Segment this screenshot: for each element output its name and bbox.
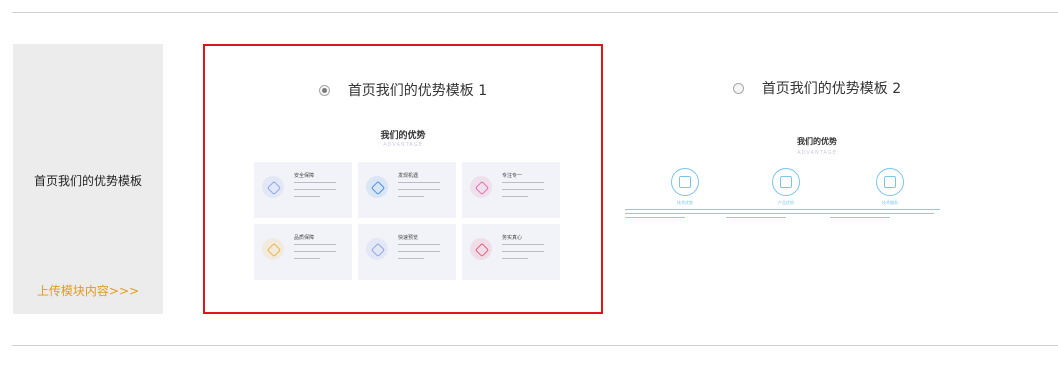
tile-text-line: [294, 244, 336, 245]
preview-2-feature: 产品优势: [726, 168, 846, 218]
tile-title: 务实真心: [502, 235, 523, 241]
tile-text-line: [294, 189, 336, 190]
feature-title: 产品优势: [778, 200, 794, 205]
tile-text-line: [398, 258, 424, 259]
tile-text-line: [294, 196, 320, 197]
heart-icon: [470, 238, 492, 260]
preview-1-tile: 务实真心: [462, 224, 560, 280]
tile-text-line: [398, 251, 440, 252]
tile-title: 安全保障: [294, 173, 315, 179]
template-1-radio[interactable]: [318, 84, 330, 96]
preview-1-subtitle: ADVANTAGE: [383, 142, 423, 148]
diamond-icon: [262, 238, 284, 260]
tile-text-line: [294, 182, 336, 183]
tile-text-line: [502, 258, 528, 259]
top-divider: [12, 12, 1058, 13]
feature-text-line: [726, 217, 786, 218]
feature-text-line: [625, 209, 735, 210]
upload-module-link[interactable]: 上传模块内容>>>: [13, 282, 163, 299]
tile-title: 快速预览: [398, 235, 419, 241]
template-2-label: 首页我们的优势模板 2: [761, 81, 902, 97]
preview-1-tile: 安全保障: [254, 162, 352, 218]
tile-text-line: [398, 189, 440, 190]
shield-check-icon: [366, 238, 388, 260]
tile-title: 发现机遇: [398, 173, 419, 179]
qr-icon: [876, 168, 904, 196]
compress-icon: [366, 176, 388, 198]
feature-text-line: [625, 213, 729, 214]
preview-2-subtitle: ADVANTAGE: [797, 150, 837, 156]
template-option-2[interactable]: 首页我们的优势模板 2: [617, 78, 1017, 98]
tile-text-line: [502, 189, 544, 190]
tile-text-line: [398, 182, 440, 183]
feature-text-line: [726, 213, 830, 214]
tile-text-line: [398, 196, 424, 197]
feature-text-line: [726, 209, 836, 210]
preview-1-tile: 专注专一: [462, 162, 560, 218]
feature-text-line: [830, 217, 890, 218]
tile-text-line: [294, 251, 336, 252]
feature-text-line: [830, 213, 934, 214]
preview-1-grid: 安全保障 发现机遇 专注专一品质保障 快速预览 务实真心: [254, 162, 561, 280]
template-card-1[interactable]: 首页我们的优势模板 1 我们的优势 ADVANTAGE 安全保障 发现机遇 专注专一…: [203, 44, 603, 314]
preview-2-feature: 技术服务: [830, 168, 950, 218]
tile-text-line: [502, 196, 528, 197]
tile-text-line: [398, 244, 440, 245]
module-title: 首页我们的优势模板: [33, 174, 142, 188]
tile-text-line: [502, 251, 544, 252]
template-2-radio[interactable]: [732, 82, 744, 94]
template-1-label: 首页我们的优势模板 1: [347, 83, 488, 99]
shield-icon: [262, 176, 284, 198]
preview-1-tile: 快速预览: [358, 224, 456, 280]
module-sidebar: 首页我们的优势模板 上传模块内容>>>: [13, 44, 163, 314]
tile-title: 品质保障: [294, 235, 315, 241]
template-card-2[interactable]: 首页我们的优势模板 2 我们的优势 ADVANTAGE 技术优势 产品优势 技术服务: [617, 44, 1017, 314]
feature-text-line: [830, 209, 940, 210]
tile-title: 专注专一: [502, 173, 523, 179]
tile-text-line: [294, 258, 320, 259]
preview-1-tile: 品质保障: [254, 224, 352, 280]
tile-text-line: [502, 244, 544, 245]
template-option-1[interactable]: 首页我们的优势模板 1: [205, 80, 601, 100]
preview-2-title: 我们的优势: [797, 137, 837, 146]
devices-icon: [772, 168, 800, 196]
feature-title: 技术服务: [882, 200, 898, 205]
bottom-divider: [12, 345, 1058, 346]
globe-icon: [671, 168, 699, 196]
preview-1-tile: 发现机遇: [358, 162, 456, 218]
tile-text-line: [502, 182, 544, 183]
target-icon: [470, 176, 492, 198]
preview-1-title: 我们的优势: [380, 131, 426, 141]
feature-text-line: [625, 217, 685, 218]
